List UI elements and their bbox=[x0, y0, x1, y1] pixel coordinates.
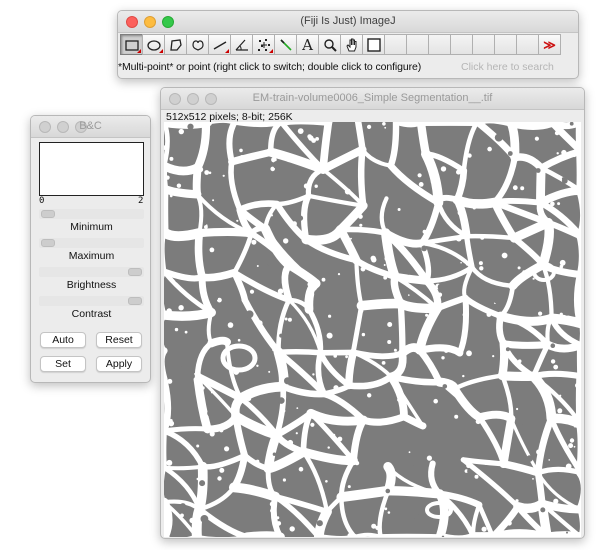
slider-thumb[interactable] bbox=[41, 239, 55, 247]
histogram-max-label: 2 bbox=[138, 196, 144, 206]
bc-titlebar[interactable]: B&C bbox=[31, 116, 150, 138]
tool-menu-indicator-icon bbox=[137, 49, 141, 53]
imagej-main-window: (Fiji Is Just) ImageJ A ≫ *Multi-point* o… bbox=[117, 10, 579, 79]
search-field[interactable]: Click here to search bbox=[459, 60, 574, 75]
empty-tool-slot[interactable] bbox=[428, 34, 451, 55]
angle-tool-icon bbox=[235, 39, 248, 51]
status-bar: *Multi-point* or point (right click to s… bbox=[118, 56, 578, 78]
empty-tool-slot[interactable] bbox=[472, 34, 495, 55]
maximum-slider[interactable] bbox=[39, 238, 144, 248]
text-tool-icon: A bbox=[302, 35, 313, 54]
wand-tool-button[interactable] bbox=[274, 34, 297, 55]
histogram-plot bbox=[39, 142, 144, 196]
hand-tool-button[interactable] bbox=[340, 34, 363, 55]
oval-tool-button[interactable] bbox=[142, 34, 165, 55]
brightness-label: Brightness bbox=[66, 279, 117, 291]
auto-button[interactable]: Auto bbox=[40, 332, 86, 348]
apply-button[interactable]: Apply bbox=[96, 356, 142, 372]
rectangle-tool-button[interactable] bbox=[120, 34, 143, 55]
angle-tool-button[interactable] bbox=[230, 34, 253, 55]
image-title: EM-train-volume0006_Simple Segmentation_… bbox=[252, 92, 493, 104]
magnifier-tool-button[interactable] bbox=[318, 34, 341, 55]
tool-menu-indicator-icon bbox=[159, 49, 163, 53]
tool-menu-indicator-icon bbox=[269, 49, 273, 53]
multipoint-tool-button[interactable] bbox=[252, 34, 275, 55]
hand-tool-icon bbox=[345, 38, 356, 51]
image-titlebar[interactable]: EM-train-volume0006_Simple Segmentation_… bbox=[161, 88, 584, 110]
empty-tool-slot[interactable] bbox=[450, 34, 473, 55]
set-button[interactable]: Set bbox=[40, 356, 86, 372]
empty-tool-slot[interactable] bbox=[516, 34, 539, 55]
brightness-contrast-window: B&C 0 2 Minimum Maximum Brightness Contr… bbox=[30, 115, 151, 383]
reset-button[interactable]: Reset bbox=[96, 332, 142, 348]
color-picker-tool-icon bbox=[366, 37, 381, 52]
freehand-tool-icon bbox=[191, 39, 204, 51]
empty-tool-slot[interactable] bbox=[406, 34, 429, 55]
freehand-tool-button[interactable] bbox=[186, 34, 209, 55]
histogram-min-label: 0 bbox=[39, 196, 45, 206]
polygon-tool-icon bbox=[169, 38, 182, 51]
magnifier-tool-icon bbox=[323, 38, 337, 52]
polygon-tool-button[interactable] bbox=[164, 34, 187, 55]
bc-title: B&C bbox=[79, 120, 102, 132]
minimum-label: Minimum bbox=[70, 221, 113, 233]
image-canvas[interactable] bbox=[164, 122, 581, 537]
slider-thumb[interactable] bbox=[41, 210, 55, 218]
tool-menu-indicator-icon bbox=[225, 49, 229, 53]
status-text: *Multi-point* or point (right click to s… bbox=[118, 61, 422, 73]
toolbar: A ≫ bbox=[120, 34, 561, 56]
maximum-label: Maximum bbox=[68, 250, 115, 262]
slider-thumb[interactable] bbox=[128, 297, 142, 305]
line-tool-button[interactable] bbox=[208, 34, 231, 55]
imagej-title: (Fiji Is Just) ImageJ bbox=[300, 15, 396, 27]
imagej-titlebar[interactable]: (Fiji Is Just) ImageJ bbox=[118, 11, 578, 33]
minimum-slider[interactable] bbox=[39, 209, 144, 219]
text-tool-button[interactable]: A bbox=[296, 34, 319, 55]
brightness-slider[interactable] bbox=[39, 267, 144, 277]
empty-tool-slot[interactable] bbox=[494, 34, 517, 55]
contrast-slider[interactable] bbox=[39, 296, 144, 306]
image-window: EM-train-volume0006_Simple Segmentation_… bbox=[160, 87, 585, 539]
color-picker-tool-button[interactable] bbox=[362, 34, 385, 55]
wand-tool-icon bbox=[279, 38, 292, 51]
segmentation-image bbox=[164, 122, 581, 537]
slider-thumb[interactable] bbox=[128, 268, 142, 276]
contrast-label: Contrast bbox=[71, 308, 112, 320]
more-tools-button[interactable]: ≫ bbox=[538, 34, 561, 55]
empty-tool-slot[interactable] bbox=[384, 34, 407, 55]
